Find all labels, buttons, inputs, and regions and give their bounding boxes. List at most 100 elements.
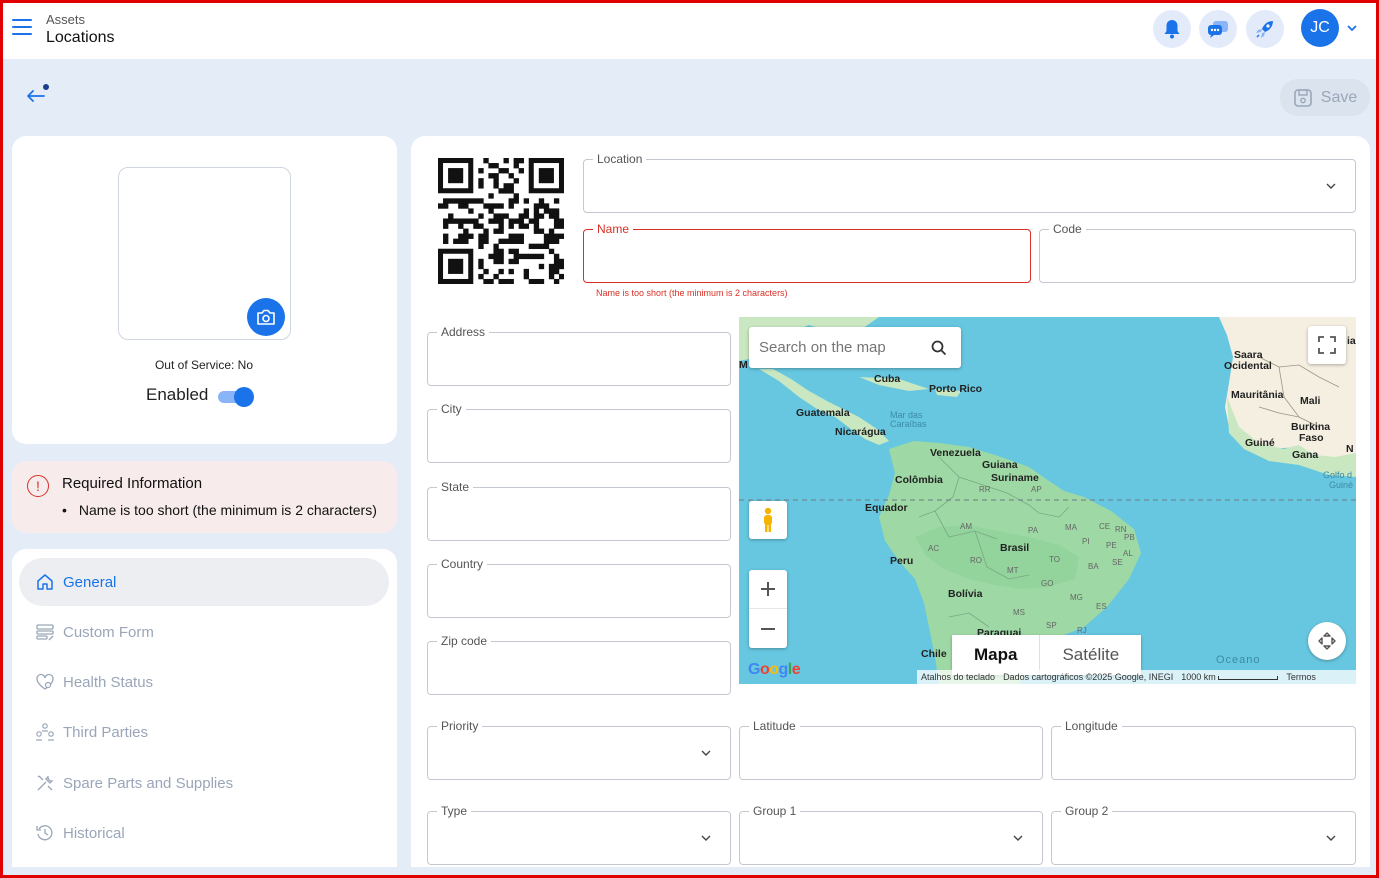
nav-item-health-status[interactable]: Health Status: [19, 658, 389, 706]
plus-icon: [761, 582, 775, 596]
menu-icon[interactable]: [12, 19, 32, 35]
map-label-suriname: Suriname: [991, 472, 1039, 484]
map-label-guine-gulf: Guiné: [1329, 480, 1354, 490]
map-label-guatemala: Guatemala: [796, 407, 850, 419]
map-label-mauritania: Mauritânia: [1231, 389, 1284, 401]
nav-item-label: Custom Form: [63, 623, 154, 641]
heart-icon: [36, 673, 54, 690]
map-label-caraibas: Caraíbas: [890, 419, 927, 429]
chevron-down-icon: [1013, 835, 1023, 841]
map-label-rr: RR: [979, 485, 991, 494]
map-label-ba: BA: [1088, 562, 1099, 571]
avatar[interactable]: JC: [1301, 9, 1339, 47]
map-label-faso: Faso: [1299, 432, 1324, 444]
longitude-input[interactable]: [1052, 727, 1355, 779]
map-label-ms: MS: [1013, 608, 1025, 617]
map-search-input[interactable]: [749, 339, 919, 356]
map-label-colombia: Colômbia: [895, 474, 943, 486]
nav-item-general[interactable]: General: [19, 558, 389, 606]
map-label-equador: Equador: [865, 502, 908, 514]
map-scale[interactable]: 1000 km: [1181, 672, 1279, 682]
camera-icon: [257, 309, 275, 325]
map-label-brasil: Brasil: [1000, 542, 1030, 554]
zoom-in-button[interactable]: [749, 570, 787, 609]
city-field[interactable]: City: [427, 402, 731, 463]
code-input[interactable]: [1040, 230, 1355, 282]
map-label-mg: MG: [1070, 593, 1083, 602]
map-label-golfo: Golfo d: [1323, 470, 1353, 480]
group1-select[interactable]: Group 1: [739, 804, 1043, 865]
map-label-to: TO: [1049, 555, 1060, 564]
street-view-button[interactable]: [749, 501, 787, 539]
back-arrow-icon[interactable]: [22, 82, 52, 108]
longitude-field[interactable]: Longitude: [1051, 719, 1356, 780]
chevron-down-icon[interactable]: [1346, 23, 1358, 33]
map-view[interactable]: Cuba Porto Rico Guatemala Mar das Caraíb…: [739, 317, 1356, 684]
error-icon: !: [27, 475, 49, 497]
address-input[interactable]: [428, 333, 730, 385]
map-label-ce: CE: [1099, 522, 1111, 531]
save-button[interactable]: Save: [1280, 79, 1370, 116]
chat-button[interactable]: [1199, 10, 1237, 48]
map-label-cuba: Cuba: [874, 373, 901, 385]
type-select[interactable]: Type: [427, 804, 731, 865]
chevron-down-icon: [701, 750, 711, 756]
group2-select[interactable]: Group 2: [1051, 804, 1356, 865]
google-logo: Google: [748, 661, 801, 678]
code-field[interactable]: Code: [1039, 222, 1356, 283]
name-input[interactable]: [584, 230, 1030, 282]
terms-link[interactable]: Termos: [1286, 672, 1316, 682]
required-info-item: Name is too short (the minimum is 2 char…: [62, 502, 377, 518]
latitude-input[interactable]: [740, 727, 1042, 779]
map-label-guine: Guiné: [1245, 437, 1275, 449]
address-field[interactable]: Address: [427, 325, 731, 386]
state-input[interactable]: [428, 488, 730, 540]
top-bar: Assets Locations JC: [3, 3, 1376, 59]
map-label-mt: MT: [1007, 566, 1019, 575]
nav-item-label: General: [63, 573, 117, 591]
enabled-toggle[interactable]: [218, 387, 254, 407]
enabled-label: Enabled: [146, 385, 209, 404]
map-label-es: ES: [1096, 602, 1107, 611]
save-icon: [1293, 88, 1312, 107]
city-input[interactable]: [428, 410, 730, 462]
location-select[interactable]: Location: [583, 152, 1356, 213]
map-label-ac: AC: [928, 544, 940, 553]
notifications-button[interactable]: [1153, 10, 1191, 48]
country-input[interactable]: [428, 565, 730, 617]
map-type-satellite[interactable]: Satélite: [1039, 635, 1141, 675]
upload-photo-button[interactable]: [247, 298, 285, 336]
camera-controls-button[interactable]: [1308, 622, 1346, 660]
map-label-am: AM: [960, 522, 972, 531]
nav-item-historical[interactable]: Historical: [19, 809, 389, 857]
chat-icon: [1208, 21, 1228, 38]
zoom-out-button[interactable]: [749, 609, 787, 648]
launch-button[interactable]: [1246, 10, 1284, 48]
map-label-gana: Gana: [1292, 449, 1319, 461]
people-icon: [36, 723, 54, 741]
breadcrumb-parent[interactable]: Assets: [46, 12, 85, 27]
zip-code-field[interactable]: Zip code: [427, 634, 731, 695]
priority-select[interactable]: Priority: [427, 719, 731, 780]
map-label-bolivia: Bolívia: [948, 588, 983, 600]
search-icon[interactable]: [931, 340, 947, 356]
latitude-field[interactable]: Latitude: [739, 719, 1043, 780]
name-field[interactable]: Name: [583, 222, 1031, 283]
map-label-ocidental: Ocidental: [1224, 360, 1272, 372]
map-label-chile: Chile: [921, 648, 947, 660]
map-type-map[interactable]: Mapa: [952, 635, 1039, 675]
pegman-icon: [764, 507, 772, 532]
nav-item-spare-parts[interactable]: Spare Parts and Supplies: [19, 759, 389, 807]
state-field[interactable]: State: [427, 480, 731, 541]
fullscreen-button[interactable]: [1308, 326, 1346, 364]
nav-item-custom-form[interactable]: Custom Form: [19, 608, 389, 656]
zip-code-input[interactable]: [428, 642, 730, 694]
country-field[interactable]: Country: [427, 557, 731, 618]
nav-item-label: Third Parties: [63, 723, 149, 741]
map-label-ia: ia: [1347, 335, 1356, 347]
nav-item-label: Health Status: [63, 673, 154, 691]
nav-item-label: Historical: [63, 824, 125, 842]
qr-code: [438, 158, 564, 284]
keyboard-shortcuts-link[interactable]: Atalhos do teclado: [921, 672, 995, 682]
nav-item-third-parties[interactable]: Third Parties: [19, 708, 389, 756]
